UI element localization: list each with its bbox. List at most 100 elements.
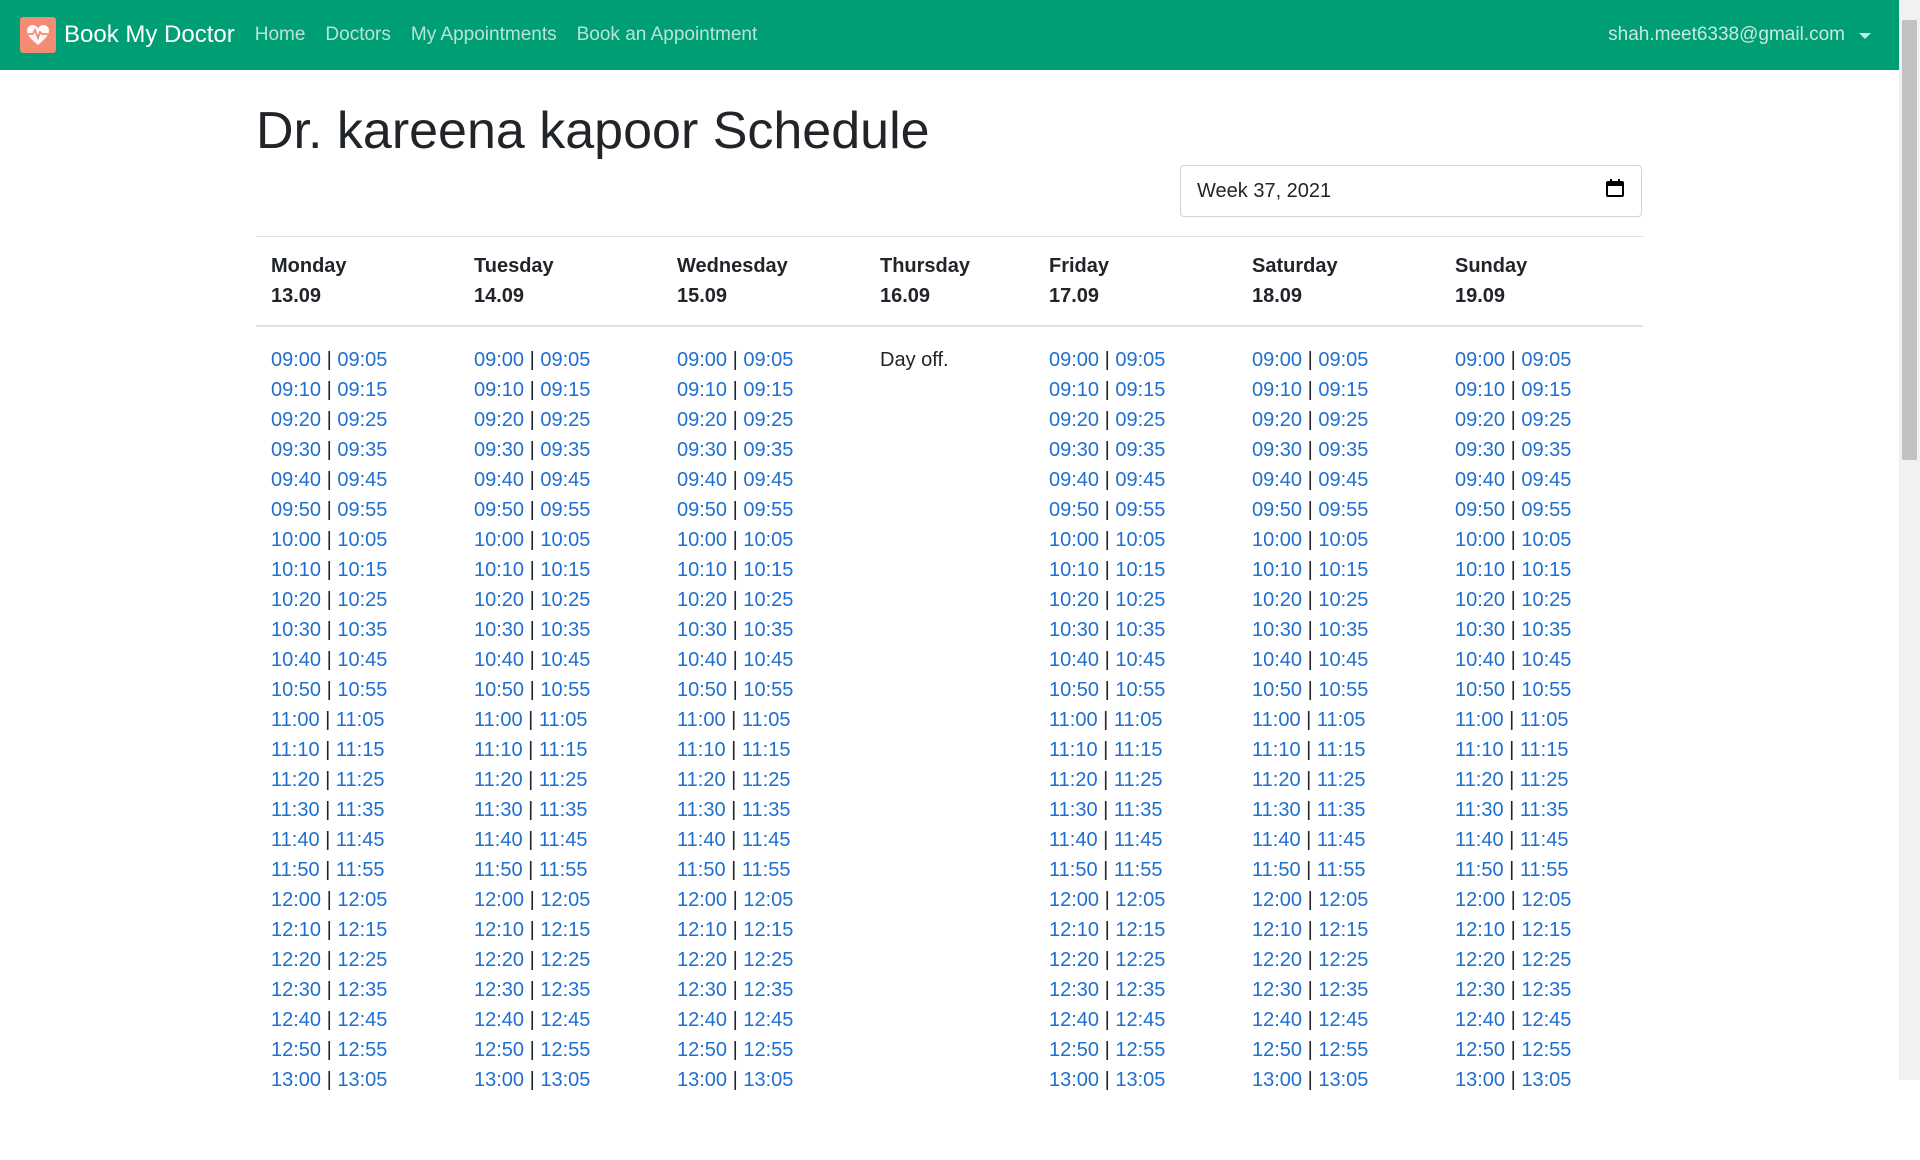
time-slot-link[interactable]: 10:40 bbox=[474, 649, 524, 671]
time-slot-link[interactable]: 10:15 bbox=[337, 559, 387, 581]
time-slot-link[interactable]: 10:10 bbox=[677, 559, 727, 581]
time-slot-link[interactable]: 12:05 bbox=[1521, 889, 1571, 911]
time-slot-link[interactable]: 09:55 bbox=[540, 499, 590, 521]
time-slot-link[interactable]: 09:25 bbox=[540, 409, 590, 431]
time-slot-link[interactable]: 10:10 bbox=[1455, 559, 1505, 581]
time-slot-link[interactable]: 09:20 bbox=[677, 409, 727, 431]
time-slot-link[interactable]: 10:05 bbox=[1318, 529, 1368, 551]
time-slot-link[interactable]: 10:50 bbox=[677, 679, 727, 701]
time-slot-link[interactable]: 13:00 bbox=[677, 1069, 727, 1091]
time-slot-link[interactable]: 09:00 bbox=[1455, 349, 1505, 371]
time-slot-link[interactable]: 09:50 bbox=[271, 499, 321, 521]
time-slot-link[interactable]: 11:20 bbox=[677, 769, 726, 791]
time-slot-link[interactable]: 09:45 bbox=[337, 469, 387, 491]
time-slot-link[interactable]: 10:35 bbox=[540, 619, 590, 641]
time-slot-link[interactable]: 09:35 bbox=[743, 439, 793, 461]
time-slot-link[interactable]: 09:30 bbox=[271, 439, 321, 461]
time-slot-link[interactable]: 11:00 bbox=[1455, 709, 1504, 731]
time-slot-link[interactable]: 12:30 bbox=[1049, 979, 1099, 1001]
time-slot-link[interactable]: 12:55 bbox=[1521, 1039, 1571, 1061]
time-slot-link[interactable]: 11:30 bbox=[1049, 799, 1098, 821]
time-slot-link[interactable]: 12:50 bbox=[1455, 1039, 1505, 1061]
time-slot-link[interactable]: 10:30 bbox=[677, 619, 727, 641]
time-slot-link[interactable]: 12:25 bbox=[540, 949, 590, 971]
time-slot-link[interactable]: 11:00 bbox=[1252, 709, 1301, 731]
time-slot-link[interactable]: 10:15 bbox=[1318, 559, 1368, 581]
time-slot-link[interactable]: 13:00 bbox=[474, 1069, 524, 1091]
time-slot-link[interactable]: 10:00 bbox=[271, 529, 321, 551]
time-slot-link[interactable]: 12:15 bbox=[540, 919, 590, 941]
time-slot-link[interactable]: 11:30 bbox=[474, 799, 523, 821]
time-slot-link[interactable]: 09:40 bbox=[271, 469, 321, 491]
time-slot-link[interactable]: 09:50 bbox=[474, 499, 524, 521]
time-slot-link[interactable]: 09:25 bbox=[743, 409, 793, 431]
time-slot-link[interactable]: 10:45 bbox=[337, 649, 387, 671]
page-scrollbar[interactable] bbox=[1899, 0, 1920, 1080]
time-slot-link[interactable]: 09:15 bbox=[337, 379, 387, 401]
time-slot-link[interactable]: 10:45 bbox=[743, 649, 793, 671]
time-slot-link[interactable]: 12:55 bbox=[337, 1039, 387, 1061]
time-slot-link[interactable]: 13:05 bbox=[1521, 1069, 1571, 1091]
time-slot-link[interactable]: 11:25 bbox=[539, 769, 588, 791]
time-slot-link[interactable]: 11:25 bbox=[742, 769, 791, 791]
time-slot-link[interactable]: 12:05 bbox=[743, 889, 793, 911]
time-slot-link[interactable]: 11:30 bbox=[1455, 799, 1504, 821]
calendar-icon[interactable] bbox=[1605, 178, 1625, 204]
time-slot-link[interactable]: 13:00 bbox=[1049, 1069, 1099, 1091]
time-slot-link[interactable]: 10:15 bbox=[1521, 559, 1571, 581]
time-slot-link[interactable]: 11:35 bbox=[742, 799, 791, 821]
time-slot-link[interactable]: 11:30 bbox=[677, 799, 726, 821]
time-slot-link[interactable]: 09:35 bbox=[1521, 439, 1571, 461]
time-slot-link[interactable]: 09:30 bbox=[1252, 439, 1302, 461]
time-slot-link[interactable]: 10:20 bbox=[1455, 589, 1505, 611]
time-slot-link[interactable]: 12:50 bbox=[474, 1039, 524, 1061]
time-slot-link[interactable]: 09:15 bbox=[1115, 379, 1165, 401]
time-slot-link[interactable]: 09:05 bbox=[1318, 349, 1368, 371]
time-slot-link[interactable]: 09:30 bbox=[677, 439, 727, 461]
time-slot-link[interactable]: 09:25 bbox=[1318, 409, 1368, 431]
time-slot-link[interactable]: 10:50 bbox=[1252, 679, 1302, 701]
time-slot-link[interactable]: 11:40 bbox=[677, 829, 726, 851]
time-slot-link[interactable]: 12:55 bbox=[1318, 1039, 1368, 1061]
time-slot-link[interactable]: 09:40 bbox=[677, 469, 727, 491]
time-slot-link[interactable]: 10:35 bbox=[337, 619, 387, 641]
time-slot-link[interactable]: 09:20 bbox=[1252, 409, 1302, 431]
time-slot-link[interactable]: 09:00 bbox=[1252, 349, 1302, 371]
time-slot-link[interactable]: 13:05 bbox=[1115, 1069, 1165, 1091]
time-slot-link[interactable]: 12:15 bbox=[743, 919, 793, 941]
time-slot-link[interactable]: 12:35 bbox=[743, 979, 793, 1001]
time-slot-link[interactable]: 10:45 bbox=[1318, 649, 1368, 671]
time-slot-link[interactable]: 09:10 bbox=[677, 379, 727, 401]
time-slot-link[interactable]: 11:10 bbox=[474, 739, 523, 761]
time-slot-link[interactable]: 09:00 bbox=[677, 349, 727, 371]
time-slot-link[interactable]: 12:10 bbox=[1252, 919, 1302, 941]
time-slot-link[interactable]: 11:15 bbox=[742, 739, 791, 761]
time-slot-link[interactable]: 10:20 bbox=[1049, 589, 1099, 611]
time-slot-link[interactable]: 09:20 bbox=[1455, 409, 1505, 431]
time-slot-link[interactable]: 10:25 bbox=[743, 589, 793, 611]
time-slot-link[interactable]: 09:35 bbox=[540, 439, 590, 461]
time-slot-link[interactable]: 10:50 bbox=[474, 679, 524, 701]
time-slot-link[interactable]: 12:40 bbox=[677, 1009, 727, 1031]
time-slot-link[interactable]: 12:30 bbox=[1252, 979, 1302, 1001]
time-slot-link[interactable]: 11:45 bbox=[742, 829, 791, 851]
time-slot-link[interactable]: 12:10 bbox=[1455, 919, 1505, 941]
time-slot-link[interactable]: 12:20 bbox=[1252, 949, 1302, 971]
time-slot-link[interactable]: 12:40 bbox=[1049, 1009, 1099, 1031]
time-slot-link[interactable]: 09:50 bbox=[677, 499, 727, 521]
time-slot-link[interactable]: 09:30 bbox=[1049, 439, 1099, 461]
time-slot-link[interactable]: 09:55 bbox=[1318, 499, 1368, 521]
time-slot-link[interactable]: 10:25 bbox=[1521, 589, 1571, 611]
time-slot-link[interactable]: 09:00 bbox=[1049, 349, 1099, 371]
time-slot-link[interactable]: 12:15 bbox=[1521, 919, 1571, 941]
brand-link[interactable]: Book My Doctor bbox=[20, 17, 235, 53]
time-slot-link[interactable]: 10:00 bbox=[1455, 529, 1505, 551]
time-slot-link[interactable]: 09:10 bbox=[1049, 379, 1099, 401]
time-slot-link[interactable]: 13:05 bbox=[743, 1069, 793, 1091]
time-slot-link[interactable]: 11:40 bbox=[271, 829, 320, 851]
time-slot-link[interactable]: 12:05 bbox=[540, 889, 590, 911]
time-slot-link[interactable]: 09:30 bbox=[474, 439, 524, 461]
time-slot-link[interactable]: 10:40 bbox=[1455, 649, 1505, 671]
time-slot-link[interactable]: 11:25 bbox=[1520, 769, 1569, 791]
time-slot-link[interactable]: 09:50 bbox=[1049, 499, 1099, 521]
